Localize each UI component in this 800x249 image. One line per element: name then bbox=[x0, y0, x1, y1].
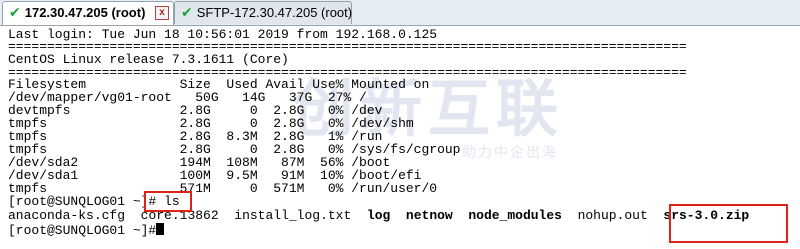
prompt-line-current[interactable]: [root@SUNQLOG01 ~]# bbox=[8, 223, 165, 238]
check-icon: ✔ bbox=[9, 4, 21, 20]
ls-entry: nohup.out bbox=[577, 208, 648, 223]
prompt-line-ls: [root@SUNQLOG01 ~]# ls bbox=[8, 195, 180, 208]
ls-entry-directory: netnow bbox=[405, 208, 453, 223]
tab-ssh-session[interactable]: ✔ 172.30.47.205 (root) x bbox=[2, 1, 174, 25]
tab-sftp-session[interactable]: ✔ SFTP-172.30.47.205 (root) bbox=[174, 1, 352, 24]
ls-entry: anaconda-ks.cfg bbox=[8, 208, 126, 223]
ls-entry: core.13862 bbox=[140, 208, 219, 223]
ls-output-line: anaconda-ks.cfg core.13862 install_log.t… bbox=[8, 209, 749, 222]
tab-label: 172.30.47.205 (root) bbox=[24, 5, 146, 20]
shell-prompt: [root@SUNQLOG01 ~] bbox=[8, 194, 149, 209]
tab-bar: ✔ 172.30.47.205 (root) x ✔ SFTP-172.30.47.… bbox=[0, 0, 800, 26]
check-icon: ✔ bbox=[181, 4, 193, 20]
tab-label: SFTP-172.30.47.205 (root) bbox=[196, 5, 353, 20]
ls-command: # ls bbox=[148, 194, 180, 209]
text-cursor bbox=[156, 223, 165, 235]
watermark-tagline: 助力中企出海 bbox=[462, 145, 558, 161]
ls-entry-directory: node_modules bbox=[468, 208, 562, 223]
close-icon[interactable]: x bbox=[155, 6, 169, 20]
terminal-window[interactable]: 创新互联 助力中企出海 Last login: Tue Jun 18 10:56… bbox=[2, 26, 798, 247]
ls-entry-zip: srs-3.0.zip bbox=[663, 208, 750, 223]
shell-prompt: [root@SUNQLOG01 ~]# bbox=[8, 223, 157, 238]
ls-entry-directory: log bbox=[366, 208, 391, 223]
ls-entry: install_log.txt bbox=[234, 208, 352, 223]
